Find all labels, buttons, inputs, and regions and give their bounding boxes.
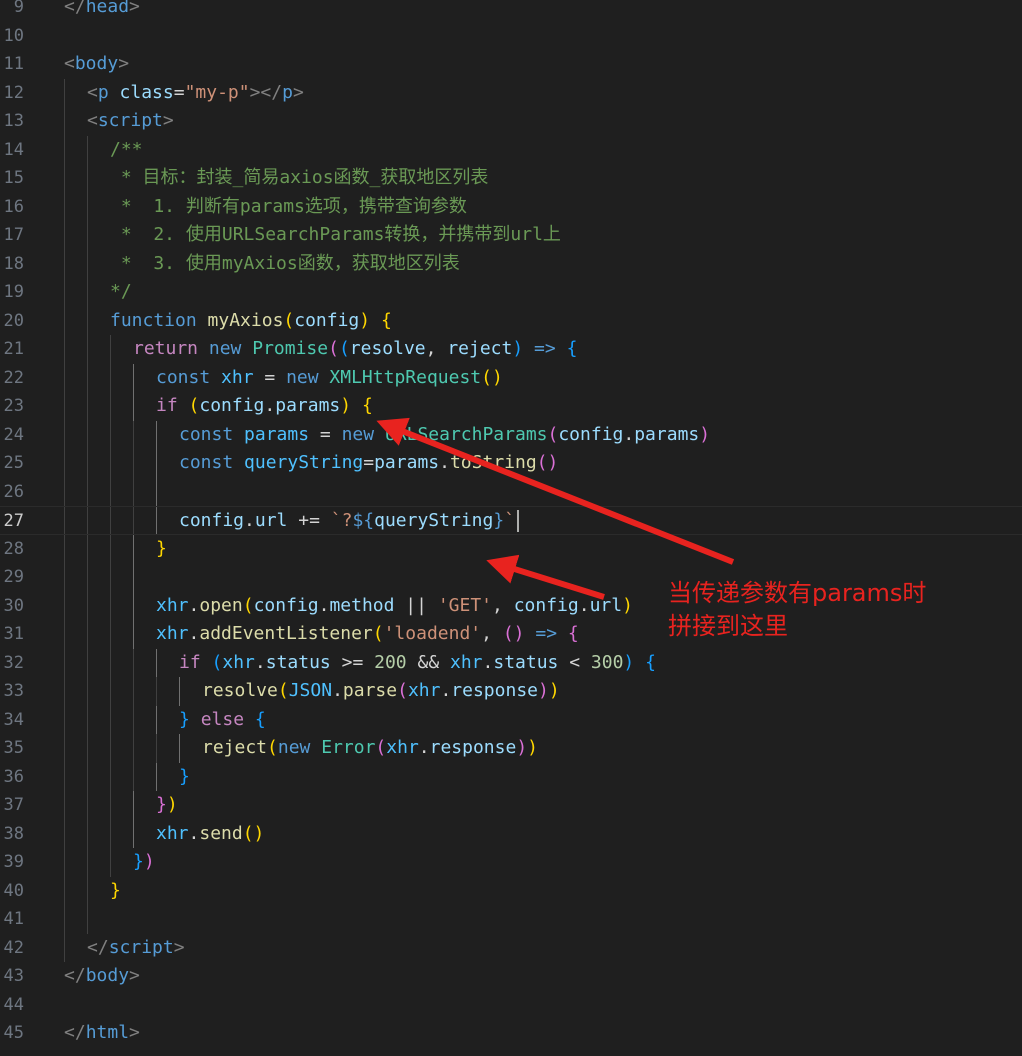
- arrow-to-config-url: [486, 554, 605, 600]
- annotation-line-1: 当传递参数有params时: [668, 579, 927, 607]
- annotation-line-2: 拼接到这里: [668, 612, 788, 640]
- annotation-arrows: [376, 417, 735, 600]
- arrow-to-if-params: [376, 417, 735, 565]
- annotation-text: 当传递参数有params时 拼接到这里: [668, 577, 926, 643]
